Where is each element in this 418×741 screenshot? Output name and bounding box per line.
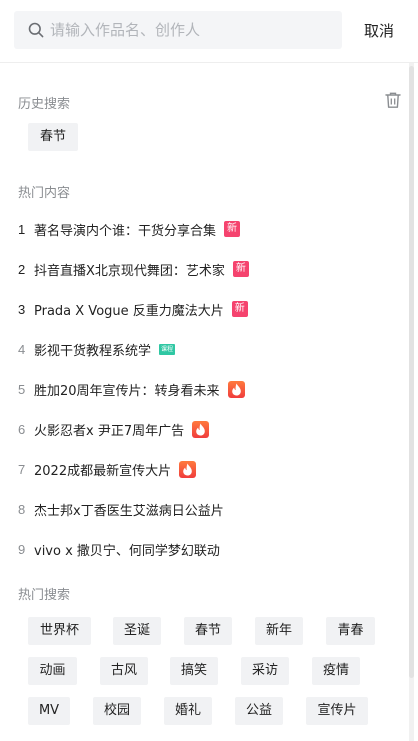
hot-rank: 7 — [18, 461, 26, 477]
hot-search-tag[interactable]: 婚礼 — [164, 697, 212, 725]
hot-content-title: 热门内容 — [18, 186, 71, 201]
hot-search-title: 热门搜索 — [18, 588, 71, 603]
hot-title: 杰士邦x丁香医生艾滋病日公益片 — [34, 503, 224, 519]
hot-search-tag[interactable]: 搞笑 — [170, 657, 218, 685]
search-icon — [28, 22, 44, 38]
hot-search-tag[interactable]: 圣诞 — [113, 617, 161, 645]
hot-search-tag[interactable]: 古风 — [100, 657, 148, 685]
new-badge: 新 — [231, 301, 248, 317]
hot-title: 2022成都最新宣传大片 — [34, 463, 172, 479]
hot-item-7[interactable]: 7 2022成都最新宣传大片 — [18, 458, 197, 480]
hot-item-5[interactable]: 5 胜加20周年宣传片：转身看未来 — [18, 378, 245, 400]
cancel-button[interactable]: 取消 — [364, 20, 394, 41]
hot-title: 胜加20周年宣传片：转身看未来 — [34, 383, 220, 399]
hot-item-1[interactable]: 1 著名导演内个谁：干货分享合集 新 — [18, 218, 241, 240]
hot-search-tag[interactable]: 宣传片 — [306, 697, 368, 725]
hot-item-6[interactable]: 6 火影忍者x 尹正7周年广告 — [18, 418, 210, 440]
new-badge: 新 — [232, 261, 249, 277]
fire-icon — [227, 380, 245, 398]
hot-search-tag[interactable]: 校园 — [93, 697, 141, 725]
history-chip[interactable]: 春节 — [28, 123, 79, 151]
hot-rank: 2 — [18, 261, 26, 277]
hot-rank: 5 — [18, 381, 26, 397]
hot-item-9[interactable]: 9 vivo x 撒贝宁、何同学梦幻联动 — [18, 538, 220, 560]
hot-rank: 6 — [18, 421, 26, 437]
hot-rank: 3 — [18, 301, 26, 317]
hot-item-3[interactable]: 3 Prada X Vogue 反重力魔法大片 新 — [18, 298, 248, 320]
trash-icon[interactable] — [384, 91, 402, 109]
hot-search-tag[interactable]: 疫情 — [312, 657, 360, 685]
hot-item-2[interactable]: 2 抖音直播X北京现代舞团：艺术家 新 — [18, 258, 249, 280]
hot-title: vivo x 撒贝宁、何同学梦幻联动 — [34, 543, 220, 559]
hot-item-4[interactable]: 4 影视干货教程系统学 课程 — [18, 338, 176, 360]
history-title: 历史搜索 — [18, 97, 71, 112]
hot-rank: 1 — [18, 221, 26, 237]
hot-rank: 4 — [18, 341, 26, 357]
new-badge: 新 — [224, 221, 241, 237]
hot-title: Prada X Vogue 反重力魔法大片 — [34, 303, 224, 319]
scrollbar-thumb[interactable] — [409, 66, 414, 678]
hot-search-tag[interactable]: 采访 — [241, 657, 289, 685]
fire-icon — [179, 460, 197, 478]
hot-search-tag[interactable]: 青春 — [326, 617, 375, 645]
hot-item-8[interactable]: 8 杰士邦x丁香医生艾滋病日公益片 — [18, 498, 224, 520]
hot-search-tag[interactable]: MV — [28, 697, 70, 725]
search-input[interactable] — [50, 21, 320, 39]
course-badge: 课程 — [159, 343, 176, 355]
hot-title: 著名导演内个谁：干货分享合集 — [34, 223, 217, 239]
hot-rank: 8 — [18, 501, 26, 517]
search-header: 取消 — [0, 0, 418, 62]
hot-search-tag[interactable]: 新年 — [255, 617, 303, 645]
hot-rank: 9 — [18, 541, 26, 557]
hot-search-tag[interactable]: 春节 — [184, 617, 232, 645]
search-box[interactable] — [14, 11, 342, 49]
hot-title: 影视干货教程系统学 — [34, 343, 152, 359]
fire-icon — [192, 420, 210, 438]
hot-search-tag[interactable]: 世界杯 — [28, 617, 91, 645]
hot-title: 火影忍者x 尹正7周年广告 — [34, 423, 185, 439]
header-divider — [0, 62, 418, 63]
hot-search-tag[interactable]: 公益 — [235, 697, 283, 725]
hot-title: 抖音直播X北京现代舞团：艺术家 — [34, 263, 225, 279]
hot-search-tag[interactable]: 动画 — [28, 657, 77, 685]
